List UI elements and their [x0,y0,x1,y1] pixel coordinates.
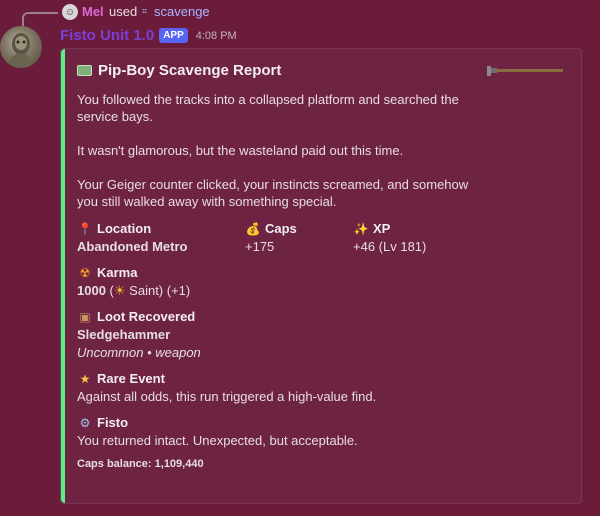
field-rare-name: Rare Event [97,371,165,386]
field-location-name: Location [97,221,152,236]
field-caps: 💰 Caps +175 [245,220,353,256]
karma-number: 1000 [77,283,106,298]
slash-command-icon: ⌗ [142,6,148,16]
field-loot: ▣ Loot Recovered Sledgehammer Uncommon •… [77,308,567,362]
star-icon: ★ [79,372,91,386]
reply-connector [22,12,58,26]
reply-username[interactable]: Mel [82,4,104,19]
field-karma-name: Karma [97,265,138,280]
embed-title: Pip-Boy Scavenge Report [77,62,567,79]
caps-balance: Caps balance: 1,109,440 [77,458,204,470]
message-header: Fisto Unit 1.0 APP 4:08 PM [60,27,237,44]
money-bag-icon: 💰 [245,222,261,236]
embed-description: You followed the tracks into a collapsed… [77,91,477,210]
karma-rank: Saint) (+1) [129,283,191,298]
field-fisto-name: Fisto [97,415,129,430]
app-badge: APP [159,28,188,43]
message-timestamp[interactable]: 4:08 PM [196,30,237,42]
description-paragraph: Your Geiger counter clicked, your instin… [77,177,469,209]
field-loot-name: Loot Recovered [97,309,196,324]
field-caps-name: Caps [265,221,297,236]
reply-used-text: used [109,4,138,19]
description-paragraph: It wasn't glamorous, but the wasteland p… [77,143,404,158]
sun-icon: ☀ [113,283,126,298]
field-caps-value: +175 [245,239,275,254]
box-icon: ▣ [79,310,91,324]
bot-avatar-image [8,33,34,68]
bot-username[interactable]: Fisto Unit 1.0 [60,27,154,44]
bot-avatar[interactable] [0,26,42,68]
field-rare-value: Against all odds, this run triggered a h… [77,389,377,404]
sparkles-icon: ✨ [353,222,369,236]
field-karma: ☢ Karma 1000 (☀ Saint) (+1) [77,264,567,300]
embed-accent-bar [61,49,65,503]
field-xp-value: +46 (Lv 181) [353,239,427,254]
field-fisto-value: You returned intact. Unexpected, but acc… [77,433,358,448]
description-paragraph: You followed the tracks into a collapsed… [77,92,459,124]
field-location-value: Abandoned Metro [77,239,188,254]
loot-item: Sledgehammer [77,327,171,342]
scavenge-embed: Pip-Boy Scavenge Report You followed the… [60,48,582,504]
reply-command-link[interactable]: ⌗ scavenge [142,4,210,19]
reply-user-avatar[interactable]: ☺ [62,4,78,20]
field-xp-name: XP [373,221,391,236]
field-location: 📍 Location Abandoned Metro [77,220,245,256]
loot-detail: Uncommon • weapon [77,345,201,360]
embed-title-text: Pip-Boy Scavenge Report [98,62,282,79]
pager-icon [77,65,92,76]
reply-command-name: scavenge [154,4,210,19]
field-rare-event: ★ Rare Event Against all odds, this run … [77,370,567,406]
inline-fields-row: 📍 Location Abandoned Metro 💰 Caps +175 ✨… [77,220,567,264]
field-karma-value: 1000 (☀ Saint) (+1) [77,282,567,300]
radioactive-icon: ☢ [79,266,91,280]
field-fisto: ⚙ Fisto You returned intact. Unexpected,… [77,414,567,450]
robot-icon: ⚙ [79,416,91,430]
pin-icon: 📍 [77,222,93,236]
field-xp: ✨ XP +46 (Lv 181) [353,220,493,256]
